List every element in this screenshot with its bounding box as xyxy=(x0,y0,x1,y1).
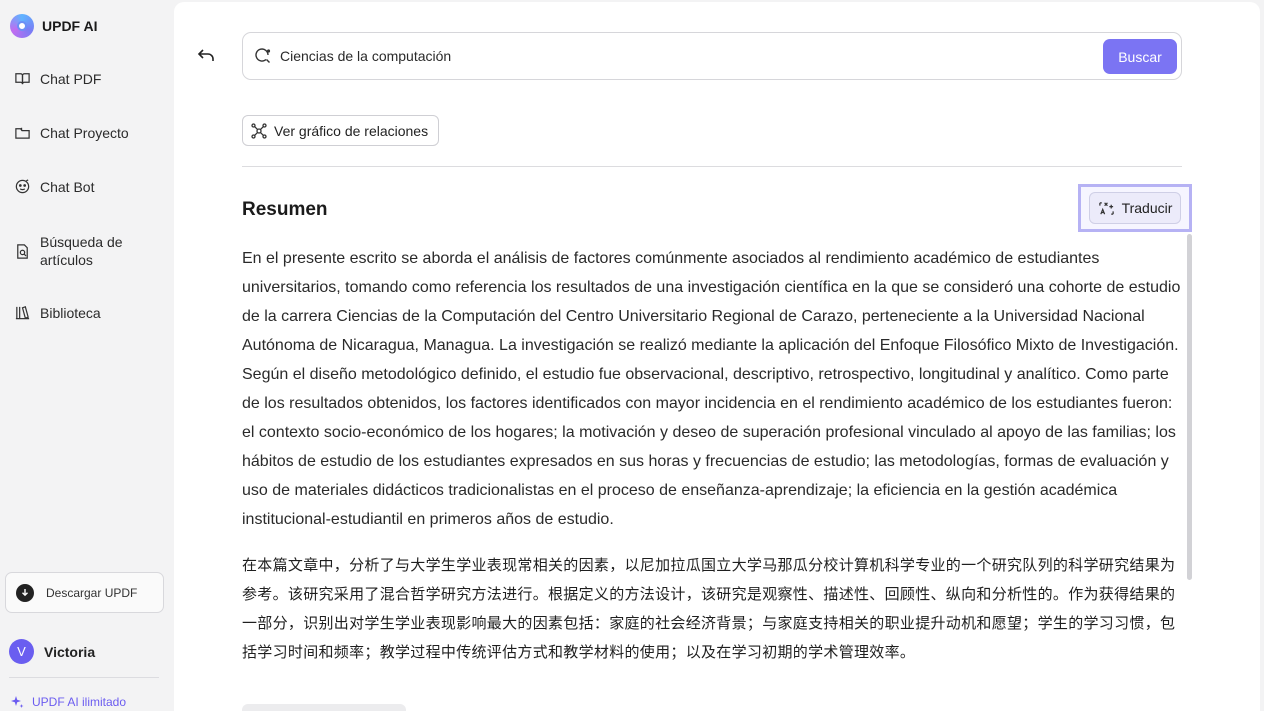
sidebar-item-chat-pdf[interactable]: Chat PDF xyxy=(14,70,101,87)
main-panel: Buscar Ver gráfico de relaciones Resumen… xyxy=(174,2,1260,711)
updf-logo-icon xyxy=(10,14,34,38)
bottom-partial-element xyxy=(242,704,406,711)
book-open-icon xyxy=(15,73,30,85)
sidebar-item-label: Biblioteca xyxy=(40,304,101,321)
sidebar-item-label: Chat Bot xyxy=(40,178,95,195)
sidebar-item-label-line2: artículos xyxy=(40,252,93,268)
relations-graph-label: Ver gráfico de relaciones xyxy=(274,122,429,139)
scrollbar[interactable] xyxy=(1187,234,1192,580)
folder-icon xyxy=(15,127,30,139)
sidebar-item-biblioteca[interactable]: Biblioteca xyxy=(14,304,101,321)
brand-name: UPDF AI xyxy=(42,18,98,34)
translate-highlight: Traducir xyxy=(1078,184,1192,232)
abstract-title: Resumen xyxy=(242,199,328,220)
search-button[interactable]: Buscar xyxy=(1103,39,1177,74)
divider xyxy=(242,166,1182,167)
user-profile[interactable]: V Victoria xyxy=(9,639,95,664)
search-box: Buscar xyxy=(242,32,1182,80)
relations-graph-button[interactable]: Ver gráfico de relaciones xyxy=(242,115,440,146)
library-icon xyxy=(15,306,30,320)
translate-button[interactable]: Traducir xyxy=(1089,192,1181,224)
avatar: V xyxy=(9,639,34,664)
sidebar-item-label: Chat PDF xyxy=(40,70,102,87)
sidebar-item-label-line1: Búsqueda de xyxy=(40,234,123,250)
download-icon xyxy=(16,583,34,602)
translate-label: Traducir xyxy=(1121,200,1173,216)
undo-arrow-icon xyxy=(197,49,214,61)
brand[interactable]: UPDF AI xyxy=(10,14,97,38)
graph-nodes-icon xyxy=(251,122,267,139)
download-label: Descargar UPDF xyxy=(46,585,138,600)
sidebar-item-label: Chat Proyecto xyxy=(40,124,129,141)
bot-icon xyxy=(15,179,30,194)
unlimited-plan-link[interactable]: UPDF AI ilimitado xyxy=(10,695,126,709)
search-icon xyxy=(255,48,271,63)
user-name: Victoria xyxy=(44,643,96,660)
download-updf-button[interactable]: Descargar UPDF xyxy=(5,572,164,613)
sidebar-item-chat-bot[interactable]: Chat Bot xyxy=(14,178,94,195)
abstract-text-spanish: En el presente escrito se aborda el anál… xyxy=(242,250,1181,528)
sidebar-item-busqueda-articulos[interactable]: Búsqueda de artículos xyxy=(14,233,123,269)
sparkle-icon xyxy=(11,696,24,708)
sidebar-item-label: Búsqueda de artículos xyxy=(40,233,123,269)
abstract-text-chinese: 在本篇文章中，分析了与大学生学业表现常相关的因素，以尼加拉瓜国立大学马那瓜分校计… xyxy=(242,556,1176,661)
unlimited-label: UPDF AI ilimitado xyxy=(32,695,127,709)
sidebar-divider xyxy=(9,677,159,678)
translate-icon xyxy=(1098,201,1114,215)
sidebar: UPDF AI Chat PDF Chat Proyecto Chat Bot … xyxy=(0,0,172,711)
sidebar-item-chat-proyecto[interactable]: Chat Proyecto xyxy=(14,124,129,141)
doc-search-icon xyxy=(17,243,28,259)
back-button[interactable] xyxy=(196,46,216,66)
search-input[interactable] xyxy=(280,48,1080,64)
